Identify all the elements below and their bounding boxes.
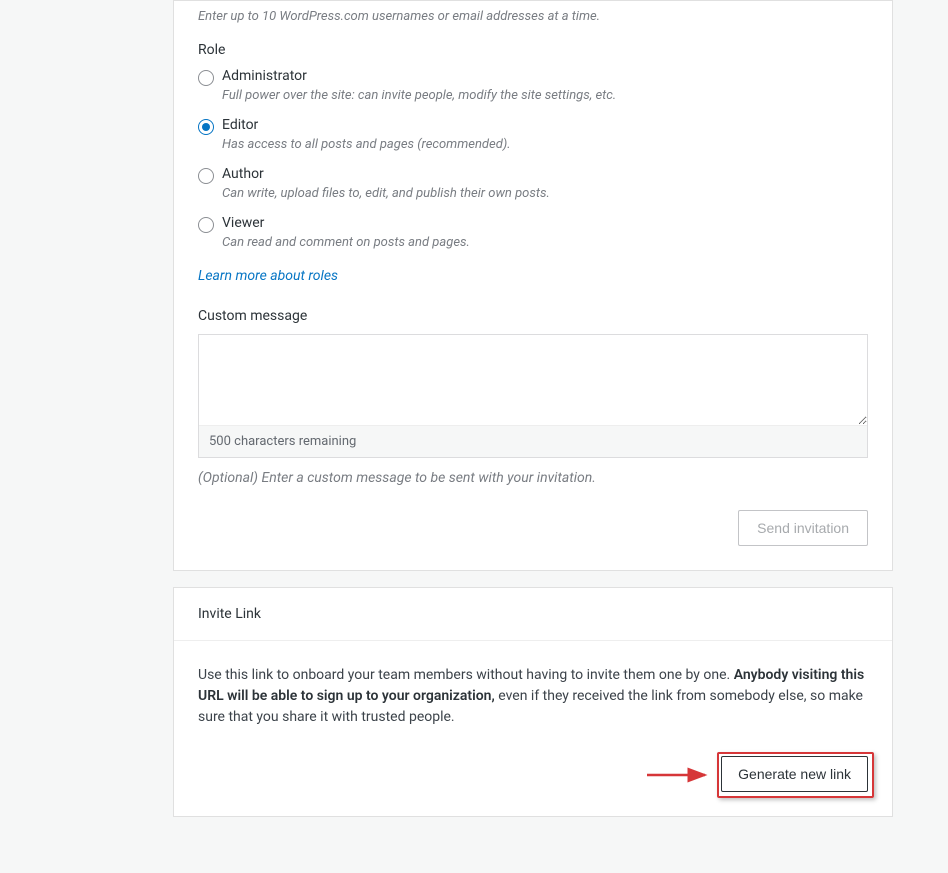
radio-icon[interactable] (198, 168, 214, 184)
role-name: Administrator (222, 68, 616, 84)
role-section-label: Role (198, 42, 868, 58)
generate-new-link-button[interactable]: Generate new link (721, 756, 868, 792)
custom-message-label: Custom message (198, 308, 868, 324)
send-invitation-button[interactable]: Send invitation (738, 510, 868, 546)
role-text: Author Can write, upload files to, edit, … (222, 166, 550, 201)
username-hint: Enter up to 10 WordPress.com usernames o… (198, 9, 868, 24)
role-text: Administrator Full power over the site: c… (222, 68, 616, 103)
role-option-administrator[interactable]: Administrator Full power over the site: c… (198, 68, 868, 103)
learn-more-roles-link[interactable]: Learn more about roles (198, 268, 338, 284)
invite-link-description: Use this link to onboard your team membe… (198, 665, 868, 728)
role-text: Editor Has access to all posts and pages … (222, 117, 511, 152)
role-name: Viewer (222, 215, 470, 231)
invite-link-text-pre: Use this link to onboard your team membe… (198, 667, 734, 683)
radio-icon[interactable] (198, 119, 214, 135)
role-option-author[interactable]: Author Can write, upload files to, edit, … (198, 166, 868, 201)
custom-message-textarea[interactable] (199, 335, 867, 425)
invite-link-header: Invite Link (174, 588, 892, 641)
role-option-viewer[interactable]: Viewer Can read and comment on posts and … (198, 215, 868, 250)
role-text: Viewer Can read and comment on posts and … (222, 215, 470, 250)
invite-form-card: Enter up to 10 WordPress.com usernames o… (173, 0, 893, 571)
role-desc: Has access to all posts and pages (recom… (222, 137, 511, 152)
radio-icon[interactable] (198, 217, 214, 233)
role-desc: Can write, upload files to, edit, and pu… (222, 186, 550, 201)
role-name: Editor (222, 117, 511, 133)
invite-link-card: Invite Link Use this link to onboard you… (173, 587, 893, 817)
char-count: 500 characters remaining (199, 425, 867, 457)
role-desc: Can read and comment on posts and pages. (222, 235, 470, 250)
role-name: Author (222, 166, 550, 182)
radio-icon[interactable] (198, 70, 214, 86)
role-desc: Full power over the site: can invite peo… (222, 88, 616, 103)
role-option-editor[interactable]: Editor Has access to all posts and pages … (198, 117, 868, 152)
optional-hint: (Optional) Enter a custom message to be … (198, 470, 868, 486)
custom-message-wrap: 500 characters remaining (198, 334, 868, 458)
